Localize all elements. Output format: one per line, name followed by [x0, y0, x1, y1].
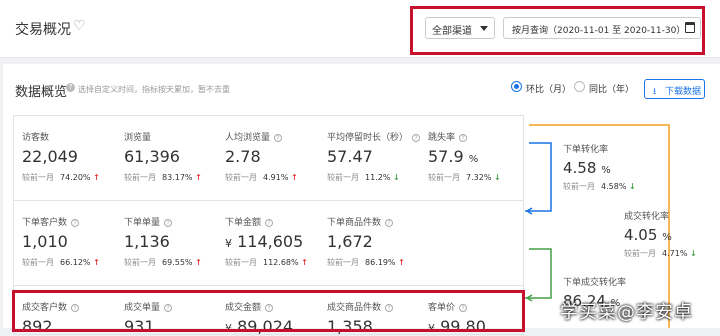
metric-compare: 较前一月 112.68% ↑ [225, 258, 308, 267]
metric-compare: 较前一月 83.17% ↑ [124, 173, 202, 182]
conversion-label: 下单成交转化率 [563, 278, 627, 288]
metric-value: 2.78 [225, 147, 261, 166]
help-icon[interactable]: ? [385, 218, 394, 227]
deal-row-highlight-box [12, 290, 525, 332]
help-icon[interactable]: ? [274, 133, 283, 142]
info-icon: ? [66, 83, 75, 92]
conversion-value: 4.58 % [563, 159, 611, 177]
metric-compare: 较前一月 74.20% ↑ [22, 173, 100, 182]
arrow-down-icon: ↓ [392, 173, 400, 182]
arrow-up-icon: ↑ [290, 173, 298, 182]
watermark: 学买菜@李安卓 [560, 302, 693, 323]
arrow-up-icon: ↑ [195, 258, 202, 267]
help-icon[interactable]: ? [71, 218, 80, 227]
help-icon[interactable]: ? [265, 218, 274, 227]
help-icon[interactable]: ? [164, 218, 173, 227]
funnel-line-blue [525, 142, 552, 212]
conversion-deal-rate: 成交转化率 4.05 % 较前一月 4.71% ↓ [624, 209, 697, 259]
metric-compare: 较前一月 7.32% ↓ [428, 173, 501, 182]
arrow-up-icon: ↑ [195, 173, 202, 182]
metric-value: 57.47 [327, 147, 373, 166]
metric-label: 访客数 [22, 133, 50, 143]
metric-label: 跳失率? [428, 130, 468, 143]
metric-value: 22,049 [22, 147, 78, 166]
funnel-line-green [525, 248, 552, 299]
metric-label: 浏览量 [124, 133, 152, 143]
conversion-order-rate: 下单转化率 4.58 % 较前一月 4.58% ↓ [563, 142, 636, 192]
conversion-compare: 较前一月 4.71% ↓ [624, 249, 697, 258]
metric-compare: 较前一月 69.55% ↑ [124, 258, 202, 267]
conversion-compare: 较前一月 4.58% ↓ [563, 182, 636, 191]
row-divider [13, 285, 524, 286]
metric-value: 1,010 [22, 232, 68, 251]
metric-label: 下单单量? [124, 215, 173, 228]
section-hint: 选择自定义时间，指标按天累加，暂不去重 [78, 85, 230, 94]
metric-compare: 较前一月 86.19% ↑ [327, 258, 405, 267]
metric-value: 57.9 % [428, 147, 479, 166]
conversion-label: 下单转化率 [563, 145, 609, 155]
conversion-label: 成交转化率 [624, 212, 670, 222]
metric-value: 1,136 [124, 232, 170, 251]
metric-label: 下单金额? [225, 215, 274, 228]
help-icon[interactable]: ? [412, 133, 421, 142]
filter-highlight-box [410, 6, 705, 55]
conversion-value: 4.05 % [624, 226, 672, 244]
section-title: 数据概览 [15, 85, 68, 100]
metric-compare: 较前一月 11.2% ↓ [327, 173, 400, 182]
metric-label: 平均停留时长（秒）? [327, 130, 421, 143]
metric-compare: 较前一月 4.91% ↑ [225, 173, 298, 182]
help-icon[interactable]: ? [459, 133, 468, 142]
arrow-down-icon: ↓ [493, 173, 501, 182]
header-bar: 交易概况 ♡ 全部渠道 按月查询（2020-11-01 至 2020-11-30… [0, 0, 720, 58]
metric-value: 1,672 [327, 232, 373, 251]
metric-label: 下单商品件数? [327, 215, 394, 228]
row-divider [13, 200, 524, 201]
favorite-heart-icon[interactable]: ♡ [73, 18, 86, 34]
metric-compare: 较前一月 66.12% ↑ [22, 258, 100, 267]
overview-panel: 数据概览 ? 选择自定义时间，指标按天累加，暂不去重 环比（月） 同比（年） ⭳… [3, 64, 720, 336]
arrow-down-icon: ↓ [689, 249, 697, 258]
arrow-up-icon: ↑ [398, 258, 405, 267]
arrow-up-icon: ↑ [301, 258, 308, 267]
metric-label: 人均浏览量? [225, 130, 283, 143]
metric-value: ¥ 114,605 [225, 232, 304, 251]
arrow-up-icon: ↑ [93, 173, 100, 182]
arrow-down-icon: ↓ [628, 182, 636, 191]
arrow-up-icon: ↑ [93, 258, 100, 267]
metric-value: 61,396 [124, 147, 180, 166]
page-title: 交易概况 [15, 22, 71, 38]
metric-label: 下单客户数? [22, 215, 80, 228]
